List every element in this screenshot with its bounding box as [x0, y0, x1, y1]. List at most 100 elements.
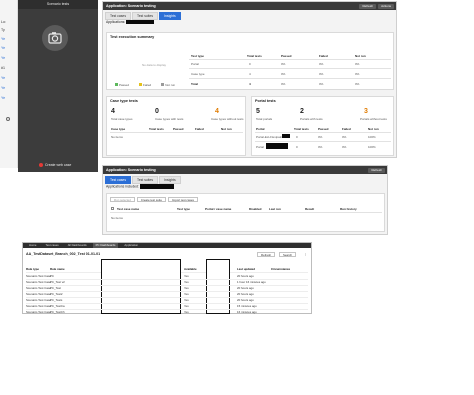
- nav-item-active[interactable]: PC Dashboards: [92, 243, 119, 248]
- left-edge-row: Ty: [1, 28, 5, 32]
- nav-item[interactable]: All Dashboards: [65, 243, 90, 248]
- col-available[interactable]: Available: [184, 267, 197, 271]
- portal-notrun: 100%: [368, 145, 376, 149]
- portal-name[interactable]: Portal: [256, 145, 264, 149]
- tab-test-suites[interactable]: Test suites: [132, 12, 159, 20]
- tab-insights[interactable]: Insights: [159, 12, 181, 20]
- breadcrumb-label: Applications included:: [106, 184, 139, 189]
- tab-test-suites[interactable]: Test suites: [132, 176, 159, 184]
- tab-test-cases[interactable]: Test cases: [105, 176, 132, 184]
- case-type-tests-title: Case type tests: [110, 99, 138, 103]
- col-portal-case-name[interactable]: Portal / case name: [205, 207, 231, 211]
- left-edge-row[interactable]: Ye: [1, 86, 5, 90]
- stat-label: Case types without tests: [211, 117, 244, 121]
- tab-insights[interactable]: Insights: [159, 176, 181, 184]
- gear-icon[interactable]: [6, 117, 10, 121]
- window-title: Application: Scenario testing: [106, 4, 156, 8]
- import-test-cases-button[interactable]: Import test cases: [167, 197, 198, 202]
- window-titlebar: Application: Scenario testing Refresh Ac…: [103, 2, 396, 10]
- col-portal: Portal: [256, 127, 265, 131]
- redacted-applies-to: [101, 259, 181, 314]
- rule-name-link[interactable]: PC_Tests: [50, 298, 62, 302]
- rule-type-cell: Scenario Test Case: [26, 292, 52, 296]
- col-test-case-name[interactable]: Test case name: [117, 207, 139, 211]
- stat-label: Portals with tests: [300, 117, 323, 121]
- tab-strip: Test cases Test suites Insights: [105, 176, 181, 184]
- stat-label: Total case types: [111, 117, 133, 121]
- stat-label: Portals without tests: [360, 117, 387, 121]
- tab-test-cases[interactable]: Test cases: [105, 12, 132, 20]
- col-last-updated[interactable]: Last updated: [237, 267, 255, 271]
- run-selected-button[interactable]: Run selected: [110, 197, 135, 202]
- capture-button[interactable]: [42, 25, 68, 51]
- refresh-button[interactable]: Refresh: [368, 167, 385, 173]
- col-last-run[interactable]: Last run: [269, 207, 281, 211]
- portal-total: 0: [296, 145, 298, 149]
- stat-value: 5: [256, 108, 260, 115]
- window-titlebar: Application: Scenario testing Refresh: [103, 166, 387, 174]
- page-title: AA_TestDataset_Branch_002_Test 01-01-01: [26, 252, 101, 256]
- rule-name-link[interactable]: PC_Test v2: [50, 280, 65, 284]
- rule-name-link[interactable]: PC_Test2: [50, 292, 63, 296]
- col-test-type[interactable]: Test type: [177, 207, 190, 211]
- legend-failed: Failed: [139, 83, 151, 87]
- select-all-checkbox[interactable]: [111, 207, 114, 210]
- col-rule-name[interactable]: Rule name: [50, 267, 65, 271]
- more-menu-button[interactable]: ⋮: [301, 252, 310, 257]
- row-failed: 0%: [319, 62, 324, 66]
- row-total: 4: [249, 72, 251, 76]
- left-edge-row[interactable]: Ye: [1, 37, 5, 41]
- left-edge-row[interactable]: Ye: [1, 46, 5, 50]
- stat-value: 3: [364, 108, 368, 115]
- create-case-button[interactable]: Create web case: [39, 163, 71, 167]
- create-test-suite-button[interactable]: Create test suite: [136, 197, 166, 202]
- rule-name-link[interactable]: PC: [50, 274, 54, 278]
- stat-value: 4: [215, 108, 219, 115]
- col-rule-type[interactable]: Rule type: [26, 267, 39, 271]
- last-updated-cell: 20 hours ago: [237, 298, 254, 302]
- rule-type-cell: Scenario Test Case: [26, 274, 52, 278]
- stat-label: Total portals: [256, 117, 273, 121]
- last-updated-cell: 20 hours ago: [237, 292, 254, 296]
- rule-name-link[interactable]: PC_TestCa: [50, 304, 65, 308]
- rule-type-cell: Scenario Test Case: [26, 298, 52, 302]
- col-circumstance[interactable]: Circumstance: [271, 267, 290, 271]
- portal-total: 0: [296, 135, 298, 139]
- col-disabled[interactable]: Disabled: [249, 207, 262, 211]
- legend-swatch: [139, 83, 143, 86]
- left-edge-row: Lo:: [1, 20, 6, 24]
- rule-name-link[interactable]: PC_TestCh: [50, 310, 65, 314]
- left-edge-row[interactable]: Ye: [1, 96, 5, 100]
- row-total: 4: [249, 82, 251, 86]
- col-not-run: Not run: [221, 127, 232, 131]
- last-updated-cell: 16 minutes ago: [237, 310, 257, 314]
- available-cell: Yes: [184, 274, 189, 278]
- left-edge-row[interactable]: Ye: [1, 56, 5, 60]
- stat-value: 4: [111, 108, 115, 115]
- available-cell: Yes: [184, 280, 189, 284]
- legend-passed: Passed: [115, 83, 129, 87]
- portal-notrun: 100%: [368, 135, 376, 139]
- row-type: Total: [191, 82, 198, 86]
- legend-swatch: [115, 83, 118, 86]
- nav-item[interactable]: Home: [26, 243, 39, 248]
- rule-type-cell: Scenario Test Case: [26, 286, 52, 290]
- nav-item[interactable]: Test cases: [42, 243, 61, 248]
- row-passed: 0%: [281, 72, 286, 76]
- actions-button[interactable]: Actions: [378, 3, 394, 9]
- col-run-history[interactable]: Run history: [340, 207, 357, 211]
- create-case-label: Create web case: [45, 163, 72, 167]
- refresh-button[interactable]: Refresh: [359, 3, 376, 9]
- nav-item[interactable]: Application: [121, 243, 141, 248]
- chart-no-data: No data to display: [142, 63, 167, 67]
- col-result[interactable]: Result: [305, 207, 314, 211]
- col-total-tests: Total tests: [247, 54, 262, 58]
- left-edge-row[interactable]: Ye: [1, 76, 5, 80]
- rule-name-link[interactable]: PC_Test: [50, 286, 61, 290]
- refresh-button[interactable]: Refresh: [257, 252, 276, 257]
- portal-passed: 0%: [318, 135, 323, 139]
- search-button[interactable]: Search: [279, 252, 297, 257]
- redacted-text: [282, 134, 290, 138]
- case-type-tests-card: Case type tests 4 Total case types 0 Cas…: [106, 96, 246, 156]
- last-updated-cell: 20 hours ago: [237, 274, 254, 278]
